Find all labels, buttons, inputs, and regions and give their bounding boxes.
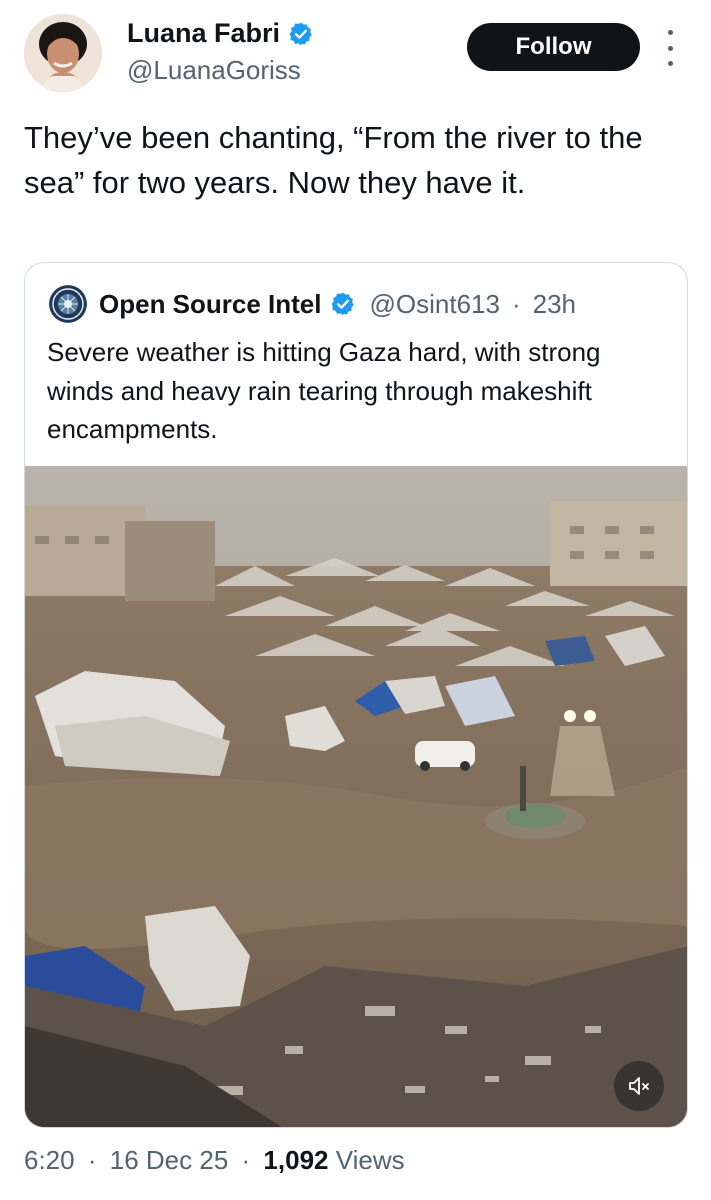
quoted-age[interactable]: 23h bbox=[533, 289, 576, 320]
quoted-author-handle[interactable]: @Osint613 bbox=[370, 289, 500, 320]
quoted-avatar[interactable] bbox=[49, 285, 87, 323]
tweet-meta: 6:20 · 16 Dec 25 · 1,092 Views bbox=[24, 1145, 405, 1176]
tweet-text: They’ve been chanting, “From the river t… bbox=[24, 120, 643, 200]
verified-badge-icon bbox=[288, 21, 314, 47]
quoted-tweet-card[interactable]: Open Source Intel @Osint613 · 23h Severe… bbox=[24, 262, 688, 1128]
author-name-row: Luana Fabri bbox=[127, 18, 314, 49]
meta-separator: · bbox=[87, 1145, 97, 1175]
author-avatar[interactable] bbox=[24, 14, 102, 92]
mute-icon bbox=[627, 1074, 651, 1098]
quoted-header: Open Source Intel @Osint613 · 23h bbox=[49, 285, 576, 323]
tweet-time[interactable]: 6:20 bbox=[24, 1145, 75, 1175]
mute-toggle[interactable] bbox=[614, 1061, 664, 1111]
tweet-header: Luana Fabri @LuanaGoriss Follow bbox=[0, 0, 711, 110]
quoted-verified-badge-icon bbox=[330, 291, 356, 317]
quoted-video[interactable] bbox=[25, 466, 687, 1127]
views-label: Views bbox=[335, 1145, 405, 1175]
views-count: 1,092 bbox=[263, 1145, 329, 1175]
quoted-author-name[interactable]: Open Source Intel bbox=[99, 289, 322, 320]
author-name[interactable]: Luana Fabri bbox=[127, 18, 280, 49]
quoted-separator: · bbox=[511, 288, 521, 319]
tweet-date[interactable]: 16 Dec 25 bbox=[110, 1145, 229, 1175]
meta-separator: · bbox=[241, 1145, 251, 1175]
follow-button[interactable]: Follow bbox=[467, 23, 640, 71]
author-handle[interactable]: @LuanaGoriss bbox=[127, 55, 301, 86]
more-options-icon[interactable] bbox=[662, 30, 678, 66]
quoted-text: Severe weather is hitting Gaza hard, wit… bbox=[47, 337, 601, 444]
